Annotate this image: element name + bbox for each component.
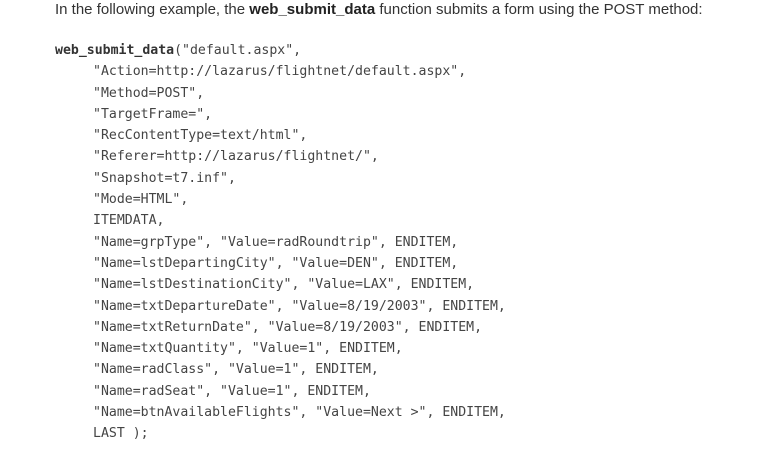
code-block: web_submit_data("default.aspx", "Action=h… <box>55 40 506 445</box>
code-line: "Name=txtDepartureDate", "Value=8/19/200… <box>93 298 506 314</box>
code-line: "Name=txtReturnDate", "Value=8/19/2003",… <box>93 319 483 335</box>
code-line: "Name=radSeat", "Value=1", ENDITEM, <box>93 383 371 399</box>
code-line: "Name=lstDepartingCity", "Value=DEN", EN… <box>93 255 459 271</box>
code-line: ITEMDATA, <box>93 213 165 229</box>
code-line: "RecContentType=text/html", <box>93 128 308 144</box>
code-line: "Name=grpType", "Value=radRoundtrip", EN… <box>93 234 459 250</box>
code-line: "Method=POST", <box>93 85 205 101</box>
code-line: "Name=btnAvailableFlights", "Value=Next … <box>93 405 506 421</box>
code-line: "Name=radClass", "Value=1", ENDITEM, <box>93 362 379 378</box>
code-line: "Name=txtQuantity", "Value=1", ENDITEM, <box>93 341 403 357</box>
code-line: LAST ); <box>93 426 149 442</box>
intro-function-name: web_submit_data <box>249 1 376 18</box>
code-line: "Referer=http://lazarus/flightnet/", <box>93 149 379 165</box>
intro-prefix: In the following example, the <box>55 1 250 18</box>
code-line: "Name=lstDestinationCity", "Value=LAX", … <box>93 277 475 293</box>
code-line: "TargetFrame=", <box>93 106 213 122</box>
code-line: "Action=http://lazarus/flightnet/default… <box>93 64 467 80</box>
intro-paragraph: In the following example, the web_submit… <box>55 0 703 20</box>
code-line: "Mode=HTML", <box>93 192 189 208</box>
intro-suffix: function submits a form using the POST m… <box>375 1 703 18</box>
code-function-name: web_submit_data <box>55 43 175 58</box>
code-first-line-args: ("default.aspx", <box>174 43 302 58</box>
code-line: "Snapshot=t7.inf", <box>93 170 236 186</box>
code-line: web_submit_data("default.aspx", <box>55 40 506 61</box>
